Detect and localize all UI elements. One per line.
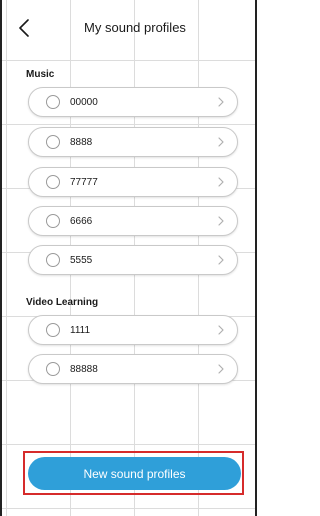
profile-item[interactable]: 00000	[28, 87, 238, 117]
radio-button[interactable]	[46, 135, 60, 149]
radio-button[interactable]	[46, 253, 60, 267]
profile-item[interactable]: 8888	[28, 127, 238, 157]
chevron-right-icon	[217, 97, 225, 107]
profile-item[interactable]: 77777	[28, 167, 238, 197]
profile-name: 1111	[70, 324, 91, 336]
radio-button[interactable]	[46, 323, 60, 337]
radio-button[interactable]	[46, 362, 60, 376]
section-label-music: Music	[26, 69, 55, 80]
profile-name: 00000	[70, 96, 98, 108]
chevron-right-icon	[217, 364, 225, 374]
profile-item[interactable]: 6666	[28, 206, 238, 236]
profile-name: 8888	[70, 136, 93, 148]
chevron-right-icon	[217, 325, 225, 335]
radio-button[interactable]	[46, 214, 60, 228]
chevron-right-icon	[217, 137, 225, 147]
page-title: My sound profiles	[84, 20, 186, 35]
device-frame-right	[255, 0, 257, 516]
sound-profiles-screen: My sound profiles Music 00000 8888 77777	[0, 0, 257, 516]
profile-item[interactable]: 88888	[28, 354, 238, 384]
profile-name: 77777	[70, 176, 98, 188]
profile-item[interactable]: 5555	[28, 245, 238, 275]
profile-name: 88888	[70, 363, 98, 375]
profile-item[interactable]: 1111	[28, 315, 238, 345]
section-label-video-learning: Video Learning	[26, 297, 99, 308]
chevron-right-icon	[217, 255, 225, 265]
device-frame-left	[0, 0, 2, 516]
header-bar: My sound profiles	[0, 0, 257, 56]
chevron-right-icon	[217, 177, 225, 187]
chevron-right-icon	[217, 216, 225, 226]
radio-button[interactable]	[46, 175, 60, 189]
radio-button[interactable]	[46, 95, 60, 109]
new-sound-profile-button[interactable]: New sound profiles	[28, 457, 241, 490]
back-button[interactable]	[12, 14, 36, 42]
profile-name: 5555	[70, 254, 93, 266]
chevron-left-icon	[19, 19, 29, 37]
profile-name: 6666	[70, 215, 93, 227]
